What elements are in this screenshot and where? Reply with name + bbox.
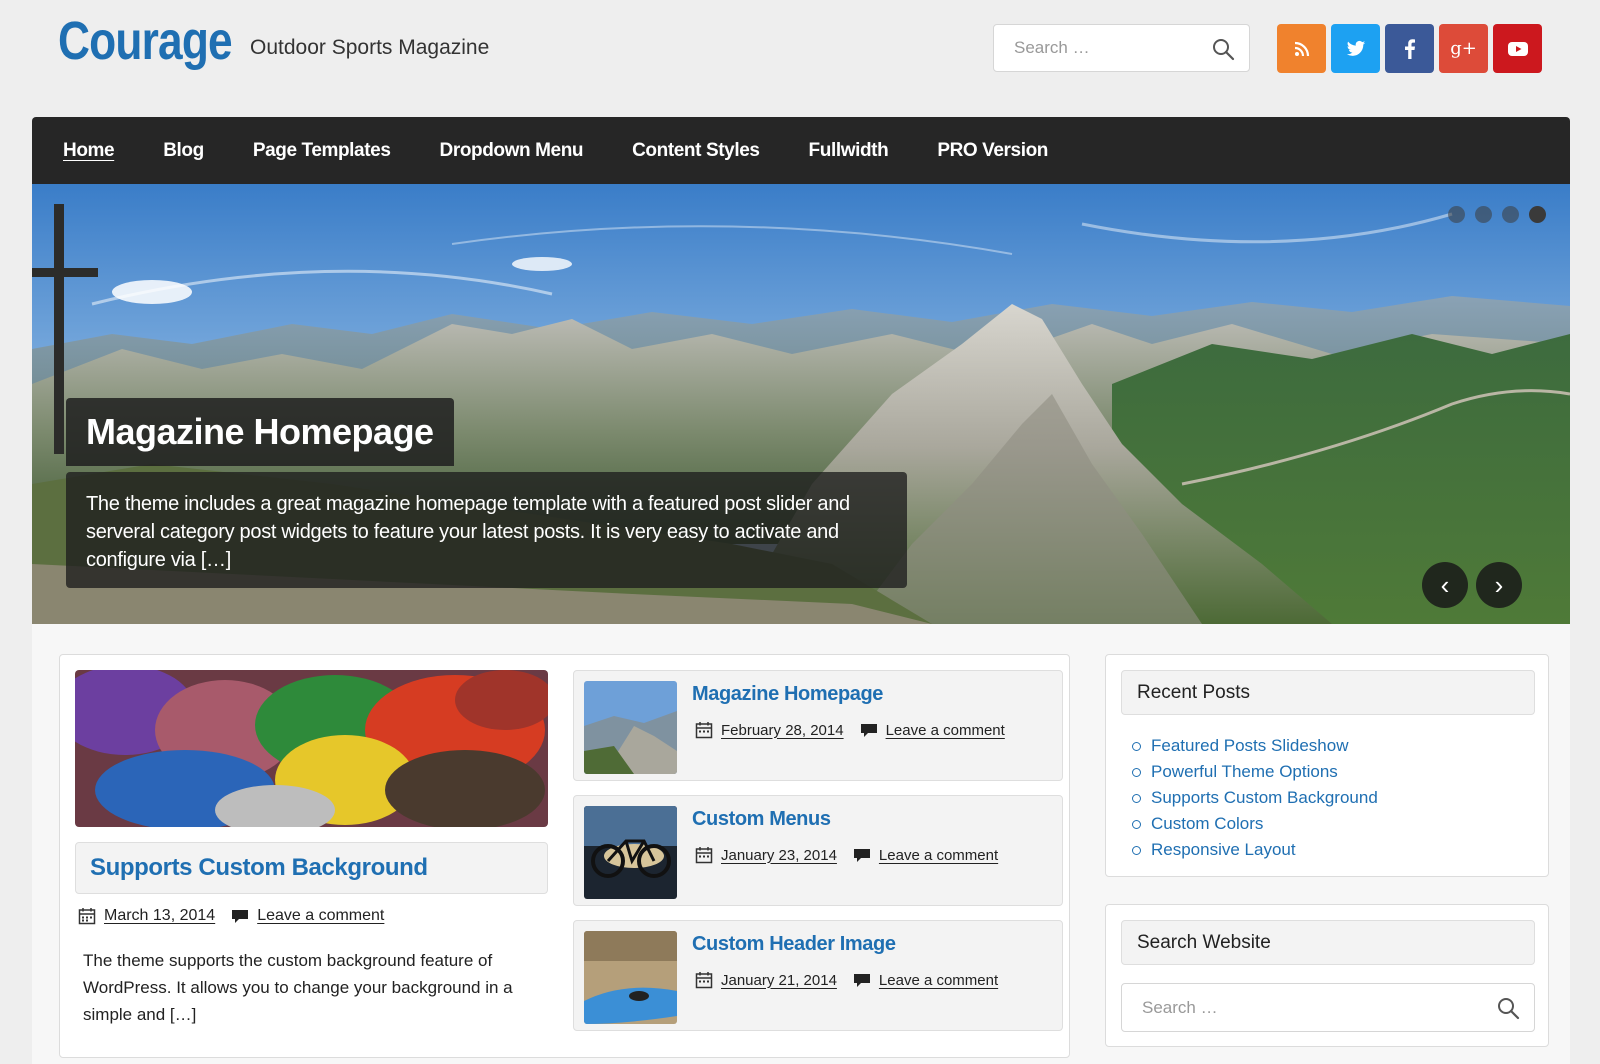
calendar-icon bbox=[695, 722, 713, 739]
featured-post-excerpt: The theme supports the custom background… bbox=[83, 951, 513, 1024]
widget-search-input[interactable] bbox=[1122, 984, 1482, 1031]
post-comment-link[interactable]: Leave a comment bbox=[879, 847, 998, 864]
twitter-icon bbox=[1346, 40, 1365, 56]
recent-posts-widget: Recent Posts Featured Posts Slideshow Po… bbox=[1105, 654, 1549, 877]
post-date[interactable]: January 21, 2014 bbox=[721, 972, 837, 989]
featured-post-title-box: Supports Custom Background bbox=[75, 842, 548, 894]
slide-title-box: Magazine Homepage bbox=[66, 398, 454, 466]
chevron-right-icon: › bbox=[1494, 569, 1504, 600]
recent-post-link[interactable]: Powerful Theme Options bbox=[1151, 762, 1338, 781]
list-item: Custom Colors bbox=[1132, 811, 1378, 837]
nav-item-blog[interactable]: Blog bbox=[163, 140, 204, 161]
post-title[interactable]: Custom Menus bbox=[692, 808, 831, 831]
post-meta: January 23, 2014 Leave a comment bbox=[695, 846, 998, 864]
post-date[interactable]: January 23, 2014 bbox=[721, 847, 837, 864]
chevron-left-icon: ‹ bbox=[1440, 569, 1450, 600]
rss-button[interactable] bbox=[1277, 24, 1326, 73]
slide-excerpt: The theme includes a great magazine home… bbox=[66, 472, 907, 588]
post-thumbnail[interactable] bbox=[584, 806, 677, 899]
post-thumbnail[interactable] bbox=[584, 681, 677, 774]
list-item: Featured Posts Slideshow bbox=[1132, 733, 1378, 759]
widget-search-form bbox=[1121, 983, 1535, 1032]
slider-dot[interactable] bbox=[1475, 206, 1492, 223]
site-logo[interactable]: Courage bbox=[58, 10, 233, 72]
social-links: g+ bbox=[1277, 24, 1542, 73]
recent-post-link[interactable]: Responsive Layout bbox=[1151, 840, 1296, 859]
list-item: Magazine Homepage February 28, 2014 Leav… bbox=[573, 670, 1063, 781]
slider-pagination bbox=[1448, 206, 1546, 223]
youtube-icon bbox=[1507, 41, 1528, 56]
search-icon[interactable] bbox=[1496, 996, 1520, 1020]
featured-slider: Magazine Homepage The theme includes a g… bbox=[32, 184, 1570, 624]
comment-icon bbox=[860, 724, 877, 737]
widget-title: Search Website bbox=[1121, 920, 1535, 965]
post-title[interactable]: Custom Header Image bbox=[692, 933, 896, 956]
content-area: Supports Custom Background March 13, 201… bbox=[32, 624, 1570, 1064]
recent-post-link[interactable]: Supports Custom Background bbox=[1151, 788, 1378, 807]
calendar-icon bbox=[78, 908, 96, 925]
nav-item-content-styles[interactable]: Content Styles bbox=[632, 140, 760, 161]
post-comment-link[interactable]: Leave a comment bbox=[886, 722, 1005, 739]
twitter-button[interactable] bbox=[1331, 24, 1380, 73]
comment-icon bbox=[853, 974, 870, 987]
nav-item-dropdown-menu[interactable]: Dropdown Menu bbox=[440, 140, 584, 161]
list-item: Supports Custom Background bbox=[1132, 785, 1378, 811]
mountain-thumbnail bbox=[584, 681, 677, 774]
search-widget: Search Website bbox=[1105, 904, 1549, 1047]
ropes-image bbox=[75, 670, 548, 827]
nav-item-page-templates[interactable]: Page Templates bbox=[253, 140, 391, 161]
site-header: Courage Outdoor Sports Magazine Search …… bbox=[0, 0, 1600, 116]
nav-item-fullwidth[interactable]: Fullwidth bbox=[809, 140, 889, 161]
recent-post-link[interactable]: Custom Colors bbox=[1151, 814, 1263, 833]
featured-post-date[interactable]: March 13, 2014 bbox=[104, 907, 215, 925]
main-navigation: Home Blog Page Templates Dropdown Menu C… bbox=[32, 117, 1570, 184]
calendar-icon bbox=[695, 972, 713, 989]
list-item: Powerful Theme Options bbox=[1132, 759, 1378, 785]
featured-post-comment-link[interactable]: Leave a comment bbox=[257, 907, 384, 925]
kayak-thumbnail bbox=[584, 931, 677, 1024]
header-search-input[interactable] bbox=[994, 25, 1204, 71]
rss-icon bbox=[1294, 41, 1309, 56]
featured-post-image[interactable] bbox=[75, 670, 548, 827]
post-thumbnail[interactable] bbox=[584, 931, 677, 1024]
site-tagline: Outdoor Sports Magazine bbox=[250, 36, 490, 59]
google-plus-button[interactable]: g+ bbox=[1439, 24, 1488, 73]
slider-dot[interactable] bbox=[1502, 206, 1519, 223]
comment-icon bbox=[853, 849, 870, 862]
youtube-button[interactable] bbox=[1493, 24, 1542, 73]
recent-posts-list: Featured Posts Slideshow Powerful Theme … bbox=[1132, 733, 1378, 863]
google-plus-icon: g+ bbox=[1450, 38, 1477, 59]
featured-post-meta: March 13, 2014 Leave a comment bbox=[78, 907, 384, 925]
list-item: Responsive Layout bbox=[1132, 837, 1378, 863]
bike-thumbnail bbox=[584, 806, 677, 899]
search-icon[interactable] bbox=[1211, 37, 1235, 61]
comment-icon bbox=[232, 910, 249, 923]
nav-item-pro-version[interactable]: PRO Version bbox=[937, 140, 1048, 161]
widget-title: Recent Posts bbox=[1121, 670, 1535, 715]
facebook-icon bbox=[1404, 38, 1415, 59]
post-meta: January 21, 2014 Leave a comment bbox=[695, 971, 998, 989]
list-item: Custom Menus January 23, 2014 Leave a co… bbox=[573, 795, 1063, 906]
slide-title[interactable]: Magazine Homepage bbox=[86, 411, 434, 452]
facebook-button[interactable] bbox=[1385, 24, 1434, 73]
recent-post-link[interactable]: Featured Posts Slideshow bbox=[1151, 736, 1349, 755]
category-posts-widget: Supports Custom Background March 13, 201… bbox=[59, 654, 1070, 1058]
calendar-icon bbox=[695, 847, 713, 864]
post-title[interactable]: Magazine Homepage bbox=[692, 683, 883, 706]
post-comment-link[interactable]: Leave a comment bbox=[879, 972, 998, 989]
slider-prev-button[interactable]: ‹ bbox=[1422, 562, 1468, 608]
slider-next-button[interactable]: › bbox=[1476, 562, 1522, 608]
header-search-form bbox=[993, 24, 1250, 72]
slider-dot[interactable] bbox=[1448, 206, 1465, 223]
featured-post-title[interactable]: Supports Custom Background bbox=[90, 854, 428, 881]
list-item: Custom Header Image January 21, 2014 Lea… bbox=[573, 920, 1063, 1031]
post-meta: February 28, 2014 Leave a comment bbox=[695, 721, 1005, 739]
slider-dot-active[interactable] bbox=[1529, 206, 1546, 223]
nav-item-home[interactable]: Home bbox=[63, 140, 115, 161]
post-date[interactable]: February 28, 2014 bbox=[721, 722, 844, 739]
